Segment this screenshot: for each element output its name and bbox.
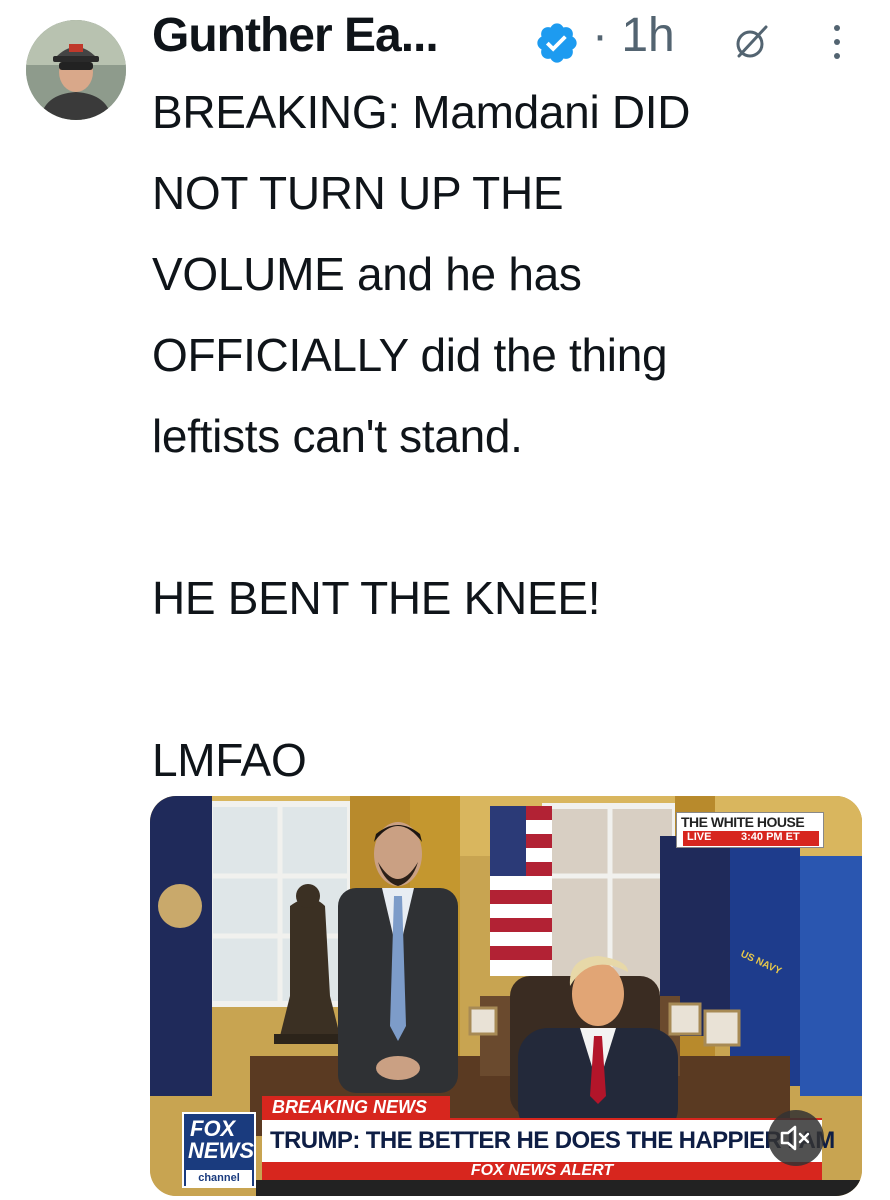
logo-channel: channel (186, 1170, 252, 1186)
tweet-line: NOT TURN UP THE (152, 167, 564, 219)
headline-bar: TRUMP: THE BETTER HE DOES THE HAPPIER I … (262, 1118, 835, 1162)
live-bug-title: THE WHITE HOUSE (681, 814, 805, 830)
live-time: 3:40 PM ET (741, 831, 800, 843)
tweet-media-video[interactable]: US NAVY THE WHITE HOUSE LIVE 3:40 PM ET … (150, 796, 862, 1196)
verified-badge-icon (537, 23, 577, 63)
tweet-text: BREAKING: Mamdani DID NOT TURN UP THE VO… (152, 72, 872, 801)
tweet-line: leftists can't stand. (152, 410, 523, 462)
live-bug-bar: LIVE 3:40 PM ET (683, 831, 819, 846)
alert-text: FOX NEWS ALERT (470, 1162, 614, 1179)
news-lower-third: FOX NEWS channel BREAKING NEWS TRUMP: TH… (150, 1092, 862, 1196)
more-vertical-icon[interactable] (830, 22, 844, 62)
fox-news-logo: FOX NEWS channel (182, 1112, 256, 1188)
ticker-bar (256, 1180, 862, 1196)
grok-icon[interactable] (732, 22, 772, 62)
tweet-header: Gunther Ea... · 1h (152, 6, 872, 72)
tweet-time[interactable]: · 1h (592, 8, 675, 63)
mute-button[interactable] (768, 1110, 824, 1166)
live-bug: THE WHITE HOUSE LIVE 3:40 PM ET (676, 812, 824, 848)
tweet-line: BREAKING: Mamdani DID (152, 86, 691, 138)
live-label: LIVE (687, 831, 712, 843)
avatar[interactable] (26, 20, 126, 120)
author-name[interactable]: Gunther Ea... (152, 8, 439, 63)
tweet-line: OFFICIALLY did the thing (152, 329, 668, 381)
alert-bar: FOX NEWS ALERT (262, 1162, 822, 1180)
breaking-news-tag: BREAKING NEWS (262, 1096, 450, 1118)
logo-news: NEWS (188, 1138, 254, 1163)
avatar-image (26, 20, 126, 120)
time-label: 1h (621, 9, 675, 62)
tweet-line: LMFAO (152, 734, 307, 786)
headline-text: TRUMP: THE BETTER HE DOES THE HAPPIER I … (270, 1127, 835, 1154)
speaker-muted-icon (780, 1125, 810, 1151)
tweet-line: VOLUME and he has (152, 248, 582, 300)
separator-dot: · (592, 9, 608, 62)
tweet-line: HE BENT THE KNEE! (152, 572, 601, 624)
